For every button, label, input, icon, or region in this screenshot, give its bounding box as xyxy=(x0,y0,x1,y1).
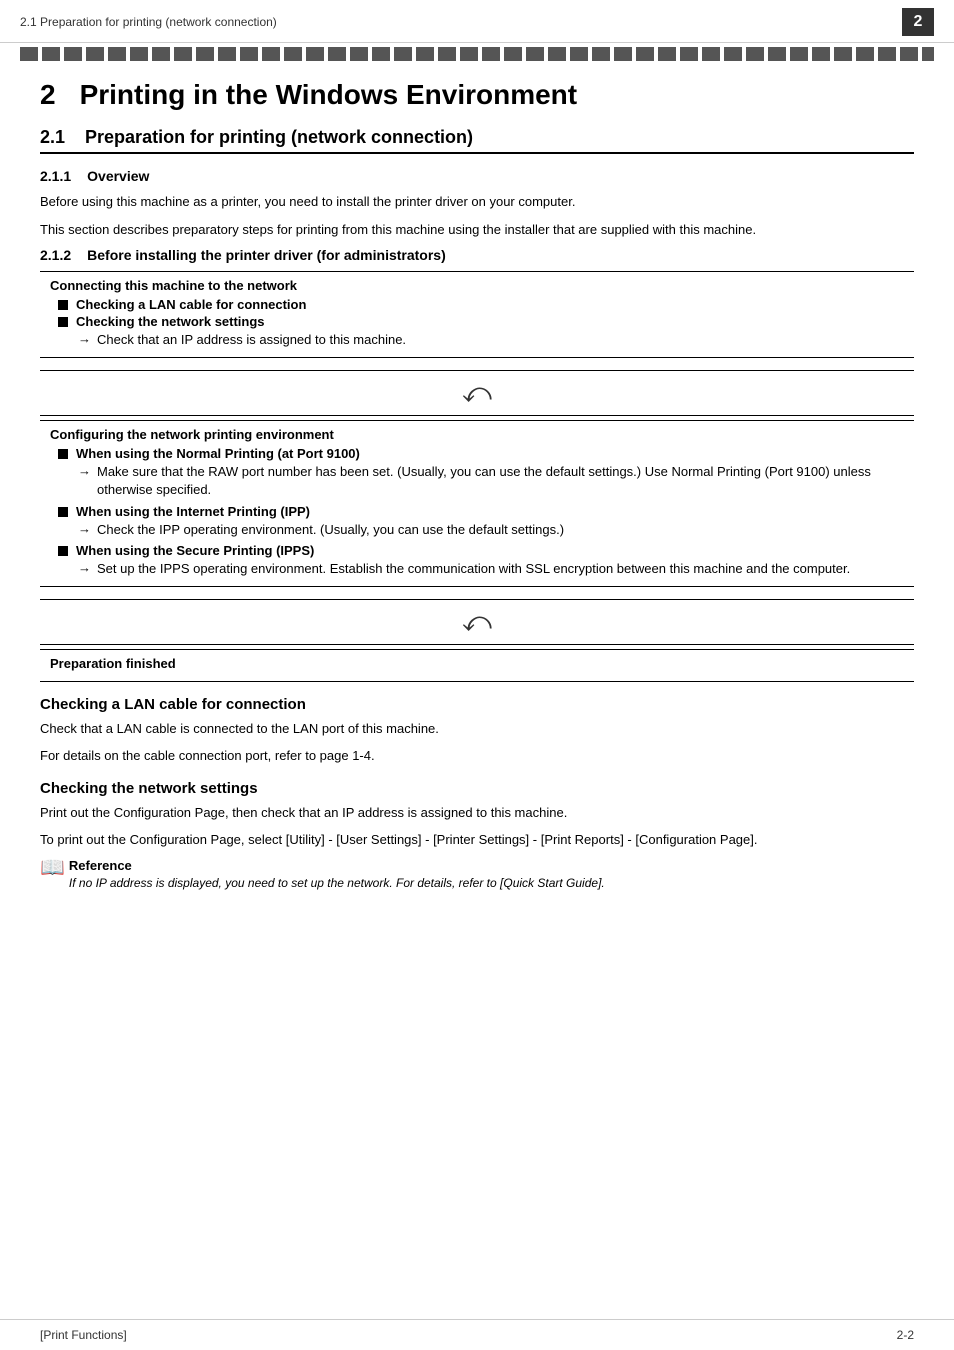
flow-section-title-1: Connecting this machine to the network xyxy=(50,278,904,293)
checking-network-title: Checking the network settings xyxy=(40,780,914,797)
checking-lan-para2: For details on the cable connection port… xyxy=(40,746,914,766)
flow-item-normal: When using the Normal Printing (at Port … xyxy=(58,446,904,461)
flow-row-configuring: Configuring the network printing environ… xyxy=(40,421,914,586)
header-chapter-num: 2 xyxy=(902,8,934,36)
subsection-2-1-1-title: Overview xyxy=(87,168,149,184)
checking-lan-para1: Check that a LAN cable is connected to t… xyxy=(40,719,914,739)
flow-section-title-2: Configuring the network printing environ… xyxy=(50,427,904,442)
checking-lan-title: Checking a LAN cable for connection xyxy=(40,696,914,713)
flow-row-connecting: Connecting this machine to the network C… xyxy=(40,272,914,357)
checking-network-para1: Print out the Configuration Page, then c… xyxy=(40,803,914,823)
subsection-2-1-2-heading: 2.1.2 Before installing the printer drive… xyxy=(40,247,914,263)
bullet-icon-normal xyxy=(58,449,68,459)
subsection-2-1-2-number: 2.1.2 xyxy=(40,247,71,263)
flow-item-lan: Checking a LAN cable for connection xyxy=(58,297,904,312)
main-content: 2 Printing in the Windows Environment 2.1… xyxy=(0,61,954,922)
section-2-1-1-para2: This section describes preparatory steps… xyxy=(40,220,914,240)
flow-item-network: Checking the network settings xyxy=(58,314,904,329)
flow-sub-text-normal: Make sure that the RAW port number has b… xyxy=(97,463,904,499)
flow-sub-text-ip: Check that an IP address is assigned to … xyxy=(97,331,406,349)
section-2-1-2: 2.1.2 Before installing the printer drive… xyxy=(40,247,914,682)
bullet-icon-lan xyxy=(58,300,68,310)
bullet-icon-ipp xyxy=(58,507,68,517)
flow-item-ipps: When using the Secure Printing (IPPS) xyxy=(58,543,904,558)
chevron-row-1: ⤺ xyxy=(40,370,914,416)
chevron-down-icon-1: ⤺ xyxy=(462,379,492,407)
chevron-row-2: ⤺ xyxy=(40,599,914,645)
flow-table-1: Connecting this machine to the network C… xyxy=(40,271,914,358)
flow-row-finished: Preparation finished xyxy=(40,650,914,681)
arrow-icon-normal: → xyxy=(78,463,91,478)
section-checking-network: Checking the network settings Print out … xyxy=(40,780,914,892)
page-container: 2.1 Preparation for printing (network co… xyxy=(0,0,954,1350)
flow-table-2: Configuring the network printing environ… xyxy=(40,420,914,587)
flow-item-ipp-text: When using the Internet Printing (IPP) xyxy=(76,504,310,519)
subsection-2-1-1-number: 2.1.1 xyxy=(40,168,71,184)
bullet-icon-network xyxy=(58,317,68,327)
flow-sub-item-ip: → Check that an IP address is assigned t… xyxy=(78,331,904,349)
page-header: 2.1 Preparation for printing (network co… xyxy=(0,0,954,43)
reference-label: Reference xyxy=(69,858,605,873)
reference-box: 📖 Reference If no IP address is displaye… xyxy=(40,858,914,892)
chapter-title-text: Printing in the Windows Environment xyxy=(80,79,578,110)
section-checking-lan: Checking a LAN cable for connection Chec… xyxy=(40,696,914,766)
page-footer: [Print Functions] 2-2 xyxy=(0,1319,954,1350)
reference-text: If no IP address is displayed, you need … xyxy=(69,875,605,892)
flow-item-lan-text: Checking a LAN cable for connection xyxy=(76,297,306,312)
flow-section-title-3: Preparation finished xyxy=(50,656,904,671)
flow-sub-item-normal: → Make sure that the RAW port number has… xyxy=(78,463,904,499)
flow-sub-text-ipp: Check the IPP operating environment. (Us… xyxy=(97,521,564,539)
arrow-icon-ipps: → xyxy=(78,560,91,575)
footer-right: 2-2 xyxy=(897,1328,914,1342)
subsection-2-1-1-heading: 2.1.1 Overview xyxy=(40,168,914,184)
section-2-1-1-para1: Before using this machine as a printer, … xyxy=(40,192,914,212)
flow-sub-item-ipp: → Check the IPP operating environment. (… xyxy=(78,521,904,539)
arrow-icon-ipp: → xyxy=(78,521,91,536)
footer-left: [Print Functions] xyxy=(40,1328,127,1342)
decorative-bar xyxy=(20,47,934,61)
chapter-number: 2 xyxy=(40,79,56,110)
flow-item-ipps-text: When using the Secure Printing (IPPS) xyxy=(76,543,314,558)
reference-content: Reference If no IP address is displayed,… xyxy=(69,858,605,892)
subsection-2-1-2-title: Before installing the printer driver (fo… xyxy=(87,247,446,263)
arrow-icon-ip: → xyxy=(78,331,91,346)
reference-book-icon: 📖 xyxy=(40,858,65,878)
chapter-title: 2 Printing in the Windows Environment xyxy=(40,71,914,111)
flow-sub-item-ipps: → Set up the IPPS operating environment.… xyxy=(78,560,904,578)
bullet-icon-ipps xyxy=(58,546,68,556)
chevron-down-icon-2: ⤺ xyxy=(462,608,492,636)
checking-network-para2: To print out the Configuration Page, sel… xyxy=(40,830,914,850)
section-2-1-number: 2.1 xyxy=(40,127,65,147)
flow-item-ipp: When using the Internet Printing (IPP) xyxy=(58,504,904,519)
section-2-1-1: 2.1.1 Overview Before using this machine … xyxy=(40,168,914,239)
section-2-1-title: Preparation for printing (network connec… xyxy=(85,127,473,147)
section-2-1-heading: 2.1 Preparation for printing (network con… xyxy=(40,127,914,154)
flow-item-normal-text: When using the Normal Printing (at Port … xyxy=(76,446,360,461)
flow-item-network-text: Checking the network settings xyxy=(76,314,265,329)
header-section-ref: 2.1 Preparation for printing (network co… xyxy=(20,15,277,29)
flow-table-3: Preparation finished xyxy=(40,649,914,682)
flow-sub-text-ipps: Set up the IPPS operating environment. E… xyxy=(97,560,850,578)
